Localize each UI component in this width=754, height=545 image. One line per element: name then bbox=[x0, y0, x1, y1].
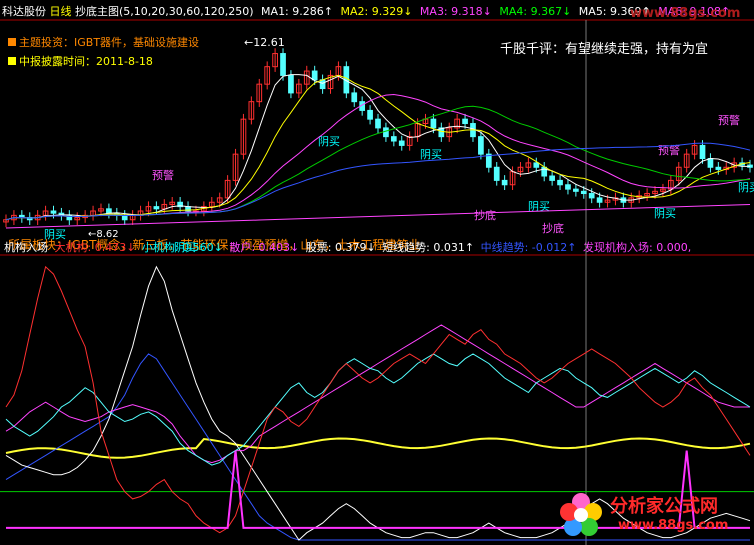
candle bbox=[565, 184, 571, 190]
candle bbox=[121, 214, 128, 221]
candle bbox=[699, 144, 706, 160]
candle bbox=[588, 193, 595, 199]
candle bbox=[375, 118, 381, 129]
candle bbox=[106, 208, 112, 214]
candle bbox=[580, 190, 587, 195]
candle bbox=[50, 210, 57, 214]
candle bbox=[501, 179, 508, 186]
candle bbox=[319, 79, 326, 90]
logo-title: 分析家公式网 bbox=[610, 496, 718, 517]
candle bbox=[493, 166, 500, 181]
candle bbox=[549, 175, 555, 181]
yellow-trend-line bbox=[5, 437, 751, 459]
candle bbox=[288, 74, 294, 94]
candle bbox=[596, 197, 603, 203]
candle bbox=[398, 140, 405, 146]
candle bbox=[573, 188, 579, 192]
candle bbox=[280, 53, 286, 76]
candle bbox=[557, 179, 563, 186]
chart-canvas bbox=[0, 19, 754, 545]
candle bbox=[383, 127, 389, 138]
candle bbox=[430, 118, 437, 129]
site-logo: 分析家公式网 www.88gs.com bbox=[556, 490, 750, 540]
flower-logo-icon bbox=[560, 493, 602, 536]
logo-url: www.88gs.com bbox=[618, 518, 729, 533]
candle bbox=[533, 162, 540, 168]
candle bbox=[367, 109, 373, 120]
candle bbox=[478, 136, 484, 155]
candle bbox=[462, 118, 468, 125]
candle bbox=[311, 70, 318, 81]
candle bbox=[390, 136, 397, 142]
candle bbox=[715, 166, 722, 170]
candle bbox=[351, 92, 358, 103]
ma6-line bbox=[5, 204, 751, 229]
candle bbox=[707, 158, 714, 168]
candle bbox=[153, 206, 160, 210]
ma3-line bbox=[5, 93, 751, 221]
